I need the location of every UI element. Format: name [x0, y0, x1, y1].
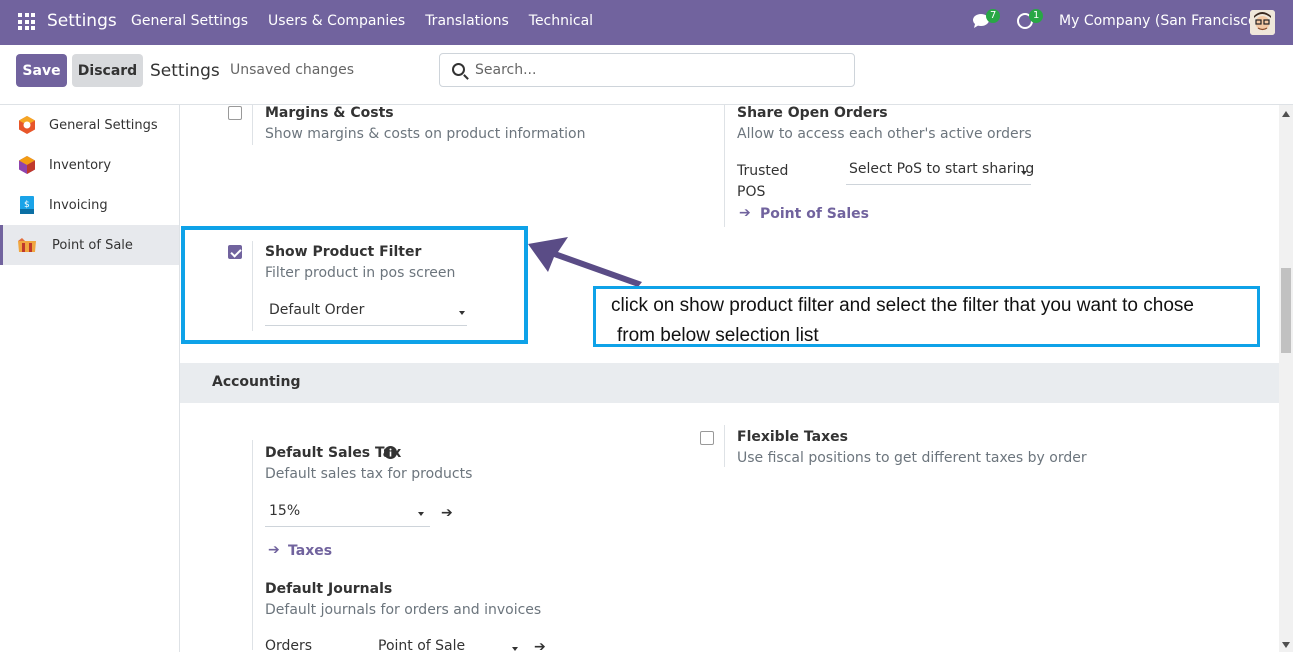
- orders-journal-select[interactable]: Point of Sale: [374, 638, 524, 652]
- settings-content: Margins & Costs Show margins & costs on …: [180, 105, 1279, 652]
- main-menu: General Settings Users & Companies Trans…: [131, 13, 593, 29]
- trusted-pos-select-value: Select PoS to start sharing: [849, 161, 1035, 177]
- activity-count-badge: 1: [1029, 9, 1044, 23]
- divider: [724, 105, 725, 227]
- default-sales-tax-desc: Default sales tax for products: [265, 466, 473, 482]
- company-switcher[interactable]: My Company (San Francisco): [1059, 13, 1262, 29]
- inventory-icon: [19, 156, 35, 174]
- share-orders-title: Share Open Orders: [737, 105, 888, 121]
- unsaved-status: Unsaved changes: [230, 62, 355, 78]
- annotation-note: click on show product filter and select …: [593, 286, 1260, 347]
- vertical-scrollbar[interactable]: [1279, 105, 1293, 652]
- trusted-pos-label-line1: Trusted: [737, 163, 789, 179]
- chevron-down-icon: [1021, 171, 1027, 175]
- info-icon[interactable]: [384, 446, 397, 459]
- divider: [252, 105, 253, 145]
- trusted-pos-label-line2: POS: [737, 184, 766, 200]
- general-settings-icon: [19, 116, 35, 134]
- margins-costs-checkbox[interactable]: [228, 106, 242, 120]
- trusted-pos-select[interactable]: Select PoS to start sharing: [846, 161, 1035, 185]
- sidebar-item-label: Invoicing: [49, 197, 108, 213]
- search-icon: [452, 63, 465, 76]
- avatar-face-icon: [1250, 10, 1275, 35]
- top-navbar: Settings General Settings Users & Compan…: [0, 0, 1293, 45]
- point-of-sales-link[interactable]: Point of Sales: [760, 206, 869, 222]
- discard-button[interactable]: Discard: [72, 54, 143, 87]
- taxes-link[interactable]: Taxes: [288, 543, 332, 559]
- sidebar-item-label: General Settings: [49, 117, 158, 133]
- scroll-down-icon[interactable]: [1282, 642, 1290, 648]
- annotation-arrow-icon: [528, 237, 642, 287]
- chevron-down-icon: [512, 647, 518, 651]
- margins-costs-desc: Show margins & costs on product informat…: [265, 126, 586, 142]
- save-button[interactable]: Save: [16, 54, 67, 87]
- flexible-taxes-title: Flexible Taxes: [737, 429, 848, 445]
- annotation-line-2: from below selection list: [617, 325, 819, 346]
- settings-sidebar: General Settings Inventory $ Invoicing P…: [0, 105, 180, 652]
- menu-users-companies[interactable]: Users & Companies: [268, 13, 405, 29]
- sidebar-item-invoicing[interactable]: $ Invoicing: [0, 185, 179, 225]
- apps-grid-icon[interactable]: [18, 13, 35, 30]
- annotation-text: click on show product filter and select …: [611, 291, 1261, 351]
- page-title: Settings: [150, 61, 220, 81]
- sidebar-item-label: Inventory: [49, 157, 112, 173]
- menu-technical[interactable]: Technical: [529, 13, 593, 29]
- sales-tax-select[interactable]: 15%: [265, 503, 430, 527]
- flexible-taxes-checkbox[interactable]: [700, 431, 714, 445]
- divider: [252, 440, 253, 650]
- default-journals-desc: Default journals for orders and invoices: [265, 602, 542, 618]
- accounting-section-header: Accounting: [180, 363, 1279, 403]
- flexible-taxes-desc: Use fiscal positions to get different ta…: [737, 450, 1087, 466]
- default-journals-title: Default Journals: [265, 581, 393, 597]
- menu-general-settings[interactable]: General Settings: [131, 13, 248, 29]
- menu-translations[interactable]: Translations: [425, 13, 509, 29]
- invoicing-icon: $: [20, 196, 34, 214]
- margins-costs-title: Margins & Costs: [265, 105, 394, 121]
- sidebar-item-general-settings[interactable]: General Settings: [0, 105, 179, 145]
- point-of-sale-icon: [18, 238, 36, 252]
- sidebar-item-label: Point of Sale: [52, 237, 133, 253]
- default-sales-tax-title: Default Sales Tax: [265, 445, 402, 461]
- orders-journal-select-value: Point of Sale: [378, 638, 466, 652]
- open-tax-arrow-icon[interactable]: ➔: [441, 505, 453, 521]
- divider: [724, 425, 725, 467]
- share-orders-desc: Allow to access each other's active orde…: [737, 126, 1032, 142]
- highlight-box: [181, 226, 528, 344]
- svg-text:$: $: [24, 200, 30, 210]
- app-brand[interactable]: Settings: [47, 11, 117, 31]
- annotation-line-1: click on show product filter and select …: [611, 295, 1194, 316]
- user-avatar[interactable]: [1250, 10, 1275, 35]
- sidebar-item-point-of-sale[interactable]: Point of Sale: [0, 225, 179, 265]
- accounting-section-title: Accounting: [212, 374, 301, 390]
- chat-count-badge: 7: [986, 9, 1001, 23]
- orders-journal-label: Orders: [265, 638, 313, 652]
- arrow-right-icon: ➔: [268, 542, 280, 558]
- arrow-right-icon: ➔: [739, 205, 751, 221]
- scroll-thumb[interactable]: [1281, 268, 1291, 353]
- sidebar-item-inventory[interactable]: Inventory: [0, 145, 179, 185]
- chevron-down-icon: [418, 512, 424, 516]
- open-journal-arrow-icon[interactable]: ➔: [534, 639, 546, 652]
- search-box[interactable]: [439, 53, 855, 87]
- sales-tax-select-value: 15%: [269, 503, 301, 519]
- search-input[interactable]: [475, 60, 845, 80]
- control-panel: Save Discard Settings Unsaved changes: [0, 45, 1293, 105]
- scroll-up-icon[interactable]: [1282, 111, 1290, 117]
